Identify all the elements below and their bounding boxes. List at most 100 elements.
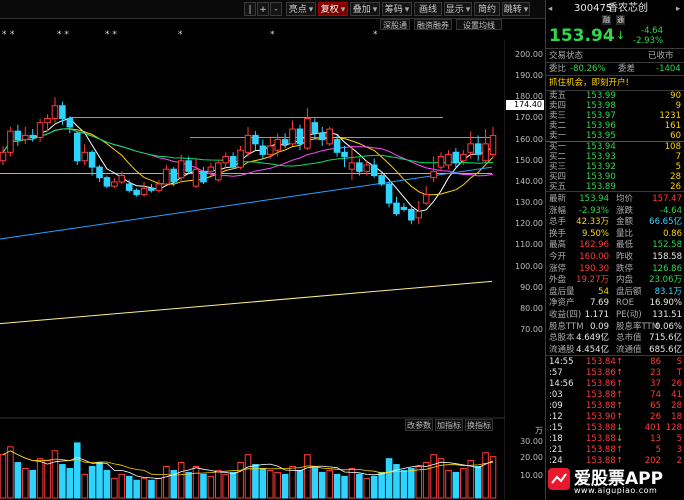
stat-value: 7.69 bbox=[590, 298, 609, 309]
weibi-row: 委比 -80.26% 委差 -1404 bbox=[546, 63, 684, 75]
change-params-button[interactable]: 改参数 bbox=[405, 419, 433, 431]
volume-bar bbox=[482, 452, 489, 499]
trade-status-value: 已收市 bbox=[648, 51, 674, 61]
price-tick-label: 190.00 bbox=[515, 71, 543, 81]
volume-bar bbox=[229, 471, 237, 499]
tick-direction-icon: ↑ bbox=[616, 412, 624, 422]
tick-row: :21 153.88 ↑ 5 3 bbox=[546, 445, 684, 456]
stat-label: 盘后额 bbox=[616, 286, 642, 297]
jump-button[interactable]: 跳转 ▾ bbox=[502, 2, 530, 16]
candle-body bbox=[148, 187, 155, 191]
switch-indicator-button[interactable]: 换指标 bbox=[465, 419, 493, 431]
bid-level-row[interactable]: 买一 153.94 108 bbox=[546, 142, 684, 152]
level-volume: 108 bbox=[664, 142, 681, 152]
candle-body bbox=[133, 189, 140, 196]
stat-label: 内盘 bbox=[616, 275, 634, 286]
bid-level-row[interactable]: 买四 153.90 28 bbox=[546, 172, 684, 182]
volume-bar bbox=[14, 462, 22, 499]
tick-time: :09 bbox=[549, 401, 563, 411]
candle-body bbox=[103, 177, 111, 187]
volume-bar bbox=[408, 467, 415, 499]
stat-value: 715.6亿 bbox=[649, 333, 682, 344]
stat-value: 19.27万 bbox=[576, 275, 609, 286]
level-volume: 28 bbox=[670, 172, 681, 182]
price-tick-label: 100.00 bbox=[515, 261, 543, 271]
tick-direction-icon: ↓ bbox=[616, 423, 624, 433]
volume-bar bbox=[363, 477, 371, 499]
candle-body bbox=[408, 208, 415, 221]
level-price: 153.98 bbox=[586, 101, 616, 111]
stat-label: 今开 bbox=[549, 252, 567, 262]
volume-bar bbox=[259, 467, 267, 499]
candle-body bbox=[266, 145, 274, 155]
volume-bar bbox=[140, 477, 148, 499]
candle-body bbox=[36, 122, 44, 138]
candle-body bbox=[452, 151, 460, 164]
ask-level-row[interactable]: 卖四 153.98 9 bbox=[546, 101, 684, 111]
stat-label: 最高 bbox=[549, 240, 567, 251]
candle-body bbox=[215, 162, 222, 181]
stat-label: 股息率TTM bbox=[616, 321, 660, 332]
quote-stat-row: 涨幅 -2.93% 涨跌 -4.64 bbox=[546, 205, 684, 217]
back-icon[interactable]: ◂ bbox=[548, 2, 552, 16]
forward-icon[interactable]: ▸ bbox=[676, 2, 680, 16]
level-price: 153.95 bbox=[586, 131, 616, 141]
ask-level-row[interactable]: 卖二 153.96 161 bbox=[546, 121, 684, 131]
ask-level-row[interactable]: 卖三 153.97 1231 bbox=[546, 111, 684, 121]
level-price: 153.92 bbox=[586, 162, 616, 172]
volume-bar bbox=[326, 469, 333, 499]
candle-body bbox=[304, 117, 311, 149]
bid-level-row[interactable]: 买二 153.93 7 bbox=[546, 152, 684, 162]
candle-body bbox=[244, 134, 252, 153]
tick-price: 153.86 bbox=[586, 379, 616, 389]
tick-count: 26 bbox=[671, 379, 682, 389]
candle-body bbox=[81, 151, 88, 162]
tick-row: 14:55 153.84 ↑ 86 S bbox=[546, 357, 684, 368]
candle-body bbox=[51, 105, 59, 119]
add-indicator-button[interactable]: 加指标 bbox=[435, 419, 463, 431]
ask-level-row[interactable]: 卖一 153.95 60 bbox=[546, 131, 684, 141]
stat-label: 净资产 bbox=[549, 298, 575, 309]
bid-level-row[interactable]: 买三 153.92 5 bbox=[546, 162, 684, 172]
candle-body bbox=[274, 139, 281, 151]
ask-level-row[interactable]: 卖五 153.99 90 bbox=[546, 91, 684, 101]
candle-body bbox=[422, 194, 430, 204]
candle-body bbox=[311, 122, 319, 134]
level-volume: 1231 bbox=[659, 111, 681, 121]
ad-text[interactable]: 抓住机会，即刻开户! bbox=[549, 77, 629, 89]
tick-count: 5 bbox=[676, 434, 682, 444]
candle-body bbox=[489, 134, 497, 155]
stat-label: 盘后量 bbox=[549, 286, 575, 297]
weibi-label: 委比 bbox=[549, 64, 567, 74]
volume-bar bbox=[125, 475, 133, 499]
volume-bar bbox=[88, 466, 96, 499]
quote-stat-row: 流通股 4.454亿 流通值 685.6亿 bbox=[546, 344, 684, 356]
change-pct-row: -2.93% bbox=[546, 35, 684, 47]
volume-bar bbox=[289, 466, 296, 499]
volume-bar bbox=[215, 469, 222, 499]
trade-status-label: 交易状态 bbox=[549, 51, 584, 61]
volume-bar bbox=[445, 469, 452, 499]
candle-body bbox=[430, 170, 437, 179]
open-account-ad[interactable]: 抓住机会，即刻开户! bbox=[546, 77, 684, 89]
stat-value: 0.06% bbox=[654, 321, 682, 332]
quote-stat-row: 盘后量 54 盘后额 83.1万 bbox=[546, 286, 684, 298]
margin-badge: 融 bbox=[602, 15, 611, 25]
candle-body bbox=[363, 164, 371, 172]
price-tick-label: 70.00 bbox=[520, 325, 543, 334]
quote-stat-row: 总手 42.33万 金额 66.65亿 bbox=[546, 216, 684, 228]
stat-value: 54 bbox=[598, 286, 609, 297]
volume-bar bbox=[281, 473, 289, 499]
level-price: 153.97 bbox=[586, 111, 616, 121]
candle-body bbox=[333, 139, 341, 153]
kline-chart-area[interactable]: | + - 亮点 ▾ 复权 ▾ 叠加 ▾ 筹码 ▾ 画线 显示 ▾ 简约 跳转 ▾ 深股通 融资融券 设置… bbox=[0, 0, 545, 500]
candle-body bbox=[237, 149, 244, 168]
stat-value: 131.51 bbox=[652, 310, 682, 320]
stat-label: 最新 bbox=[549, 194, 567, 204]
volume-bar bbox=[21, 467, 29, 499]
stat-label: 总手 bbox=[549, 217, 567, 228]
stat-label: 均价 bbox=[616, 194, 634, 204]
candle-body bbox=[88, 151, 96, 168]
volume-bar bbox=[111, 477, 118, 499]
stat-value: 157.47 bbox=[652, 194, 682, 204]
